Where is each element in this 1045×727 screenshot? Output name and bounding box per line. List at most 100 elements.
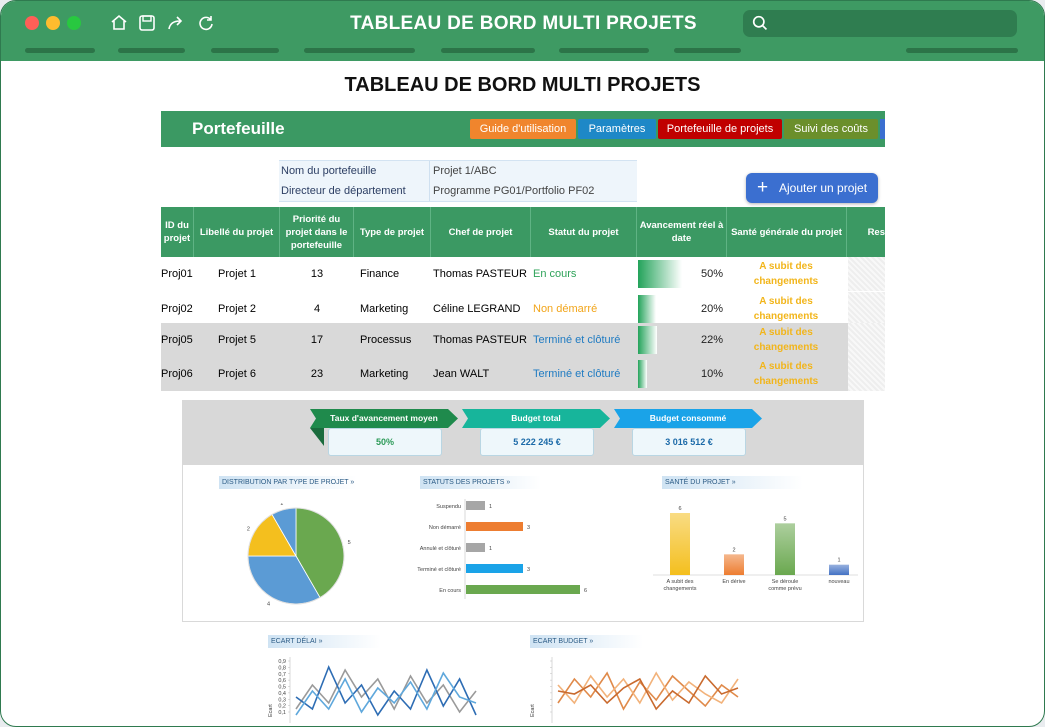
line-series[interactable] — [295, 664, 477, 717]
column-header-progress[interactable]: Avancement réel à date — [637, 207, 727, 257]
kpi-card-total-budget: Budget total 5 222 245 € — [462, 409, 610, 457]
cell-priority[interactable]: 23 — [280, 357, 354, 391]
pie-slice-label: 4 — [267, 602, 270, 608]
health-bar[interactable] — [724, 554, 744, 575]
column-header-res[interactable]: Res — [847, 207, 885, 257]
add-project-button[interactable]: + Ajouter un projet — [746, 173, 878, 203]
y-tick-label: 0,7 — [278, 672, 286, 678]
y-tick-label: 0,1 — [278, 710, 286, 716]
cell-id[interactable]: Proj05 — [161, 323, 194, 357]
status-bar-value: 1 — [489, 504, 492, 510]
column-header-id[interactable]: ID du projet — [161, 207, 194, 257]
search-box[interactable] — [743, 10, 1017, 37]
cell-id[interactable]: Proj02 — [161, 292, 194, 326]
status-bar[interactable] — [466, 501, 485, 510]
info-value[interactable]: Programme PG01/Portfolio PF02 — [433, 181, 594, 201]
status-bar[interactable] — [466, 585, 580, 594]
cell-manager[interactable]: Jean WALT — [431, 357, 531, 391]
cell-type[interactable]: Marketing — [354, 357, 431, 391]
health-status: A subit des changements — [753, 327, 819, 353]
info-value[interactable]: Projet 1/ABC — [433, 161, 497, 181]
status-bar-value: 3 — [527, 525, 530, 531]
kpi-value: 5 222 245 € — [480, 428, 594, 456]
cell-label[interactable]: Projet 5 — [194, 323, 280, 357]
table-row[interactable]: Proj02 Projet 2 4 Marketing Céline LEGRAND No… — [161, 292, 885, 326]
health-chart-title: SANTÉ DU PROJET » — [662, 476, 803, 489]
cell-label[interactable]: Projet 6 — [194, 357, 280, 391]
info-key: Nom du portefeuille — [281, 165, 377, 177]
cell-type[interactable]: Marketing — [354, 292, 431, 326]
y-tick-label: 0,5 — [278, 685, 286, 691]
column-header-health[interactable]: Santé générale du projet — [727, 207, 847, 257]
status-bar[interactable] — [466, 543, 485, 552]
column-header-manager[interactable]: Chef de projet — [431, 207, 531, 257]
nav-costs-button[interactable]: Suivi des coûts — [784, 119, 878, 139]
cell-priority[interactable]: 13 — [280, 257, 354, 291]
cell-id[interactable]: Proj01 — [161, 257, 194, 291]
kpi-banner: Taux d'avancement moyen — [310, 409, 458, 428]
cell-status[interactable]: En cours — [531, 257, 637, 291]
cell-type[interactable]: Processus — [354, 323, 431, 357]
delay-gap-line-chart: 0,90,80,70,60,50,40,30,20,1 Ecart — [268, 657, 477, 723]
save-icon[interactable] — [137, 13, 157, 33]
table-row[interactable]: Proj01 Projet 1 13 Finance Thomas PASTEUR En … — [161, 257, 885, 291]
status-bar-label: Terminé et clôturé — [417, 567, 461, 573]
kpi-ribbon-fold — [310, 428, 324, 446]
cell-status[interactable]: Non démarré — [531, 292, 637, 326]
browser-window: TABLEAU DE BORD MULTI PROJETS TABLEAU DE… — [0, 0, 1045, 727]
cell-id[interactable]: Proj06 — [161, 357, 194, 391]
nav-overflow-tab[interactable] — [880, 119, 885, 139]
health-bar-value: 5 — [783, 516, 786, 522]
kpi-strip: Taux d'avancement moyen 50% Budget total… — [182, 400, 864, 465]
toolbar-pill — [118, 48, 185, 53]
health-bar[interactable] — [670, 513, 690, 575]
charts-panel: DISTRIBUTION PAR TYPE DE PROJET » 5 4 2 1 S… — [182, 465, 864, 622]
line-series[interactable] — [557, 671, 739, 711]
line-series[interactable] — [557, 674, 739, 711]
table-row[interactable]: Proj05 Projet 5 17 Processus Thomas PASTEUR T… — [161, 323, 885, 357]
health-bar[interactable] — [775, 523, 795, 575]
cell-label[interactable]: Projet 1 — [194, 257, 280, 291]
status-bar-value: 3 — [527, 567, 530, 573]
res-cell — [848, 357, 885, 391]
column-header-type[interactable]: Type de projet — [354, 207, 431, 257]
cell-type[interactable]: Finance — [354, 257, 431, 291]
kpi-card-spent-budget: Budget consommé 3 016 512 € — [614, 409, 762, 457]
table-row[interactable]: Proj06 Projet 6 23 Marketing Jean WALT Termin… — [161, 357, 885, 391]
cell-status[interactable]: Terminé et clôturé — [531, 323, 637, 357]
search-icon — [752, 15, 768, 31]
maximize-window-button[interactable] — [67, 16, 81, 30]
cell-label[interactable]: Projet 2 — [194, 292, 280, 326]
home-icon[interactable] — [109, 13, 129, 33]
cell-priority[interactable]: 4 — [280, 292, 354, 326]
sheet-header: Portefeuille Guide d'utilisation Paramèt… — [161, 111, 885, 147]
cell-priority[interactable]: 17 — [280, 323, 354, 357]
nav-guide-button[interactable]: Guide d'utilisation — [470, 119, 576, 139]
cell-manager[interactable]: Thomas PASTEUR — [431, 323, 531, 357]
status-bar[interactable] — [466, 522, 523, 531]
status-bar[interactable] — [466, 564, 523, 573]
kpi-banner: Budget total — [462, 409, 610, 428]
cell-manager[interactable]: Thomas PASTEUR — [431, 257, 531, 291]
y-tick-label: 0,2 — [278, 704, 286, 710]
delay-chart-title: ECART DÉLAI » — [268, 635, 381, 648]
column-header-status[interactable]: Statut du projet — [531, 207, 637, 257]
nav-settings-button[interactable]: Paramètres — [578, 119, 656, 139]
close-window-button[interactable] — [25, 16, 39, 30]
toolbar-pill — [211, 48, 279, 53]
health-bar-value: 6 — [678, 506, 681, 512]
kpi-label: Budget consommé — [649, 413, 727, 423]
nav-portfolio-button[interactable]: Portefeuille de projets — [658, 119, 782, 139]
cell-status[interactable]: Terminé et clôturé — [531, 357, 637, 391]
refresh-icon[interactable] — [196, 13, 216, 33]
share-icon[interactable] — [166, 13, 186, 33]
column-header-label[interactable]: Libellé du projet — [194, 207, 280, 257]
health-bar[interactable] — [829, 564, 849, 575]
health-status: A subit des changements — [753, 296, 819, 322]
res-cell — [848, 323, 885, 357]
column-header-priority[interactable]: Priorité du projet dans le portefeuille — [280, 207, 354, 257]
info-row-department-director: Directeur de département Programme PG01/… — [279, 181, 637, 202]
minimize-window-button[interactable] — [46, 16, 60, 30]
cell-manager[interactable]: Céline LEGRAND — [431, 292, 531, 326]
line-series[interactable] — [295, 668, 477, 714]
